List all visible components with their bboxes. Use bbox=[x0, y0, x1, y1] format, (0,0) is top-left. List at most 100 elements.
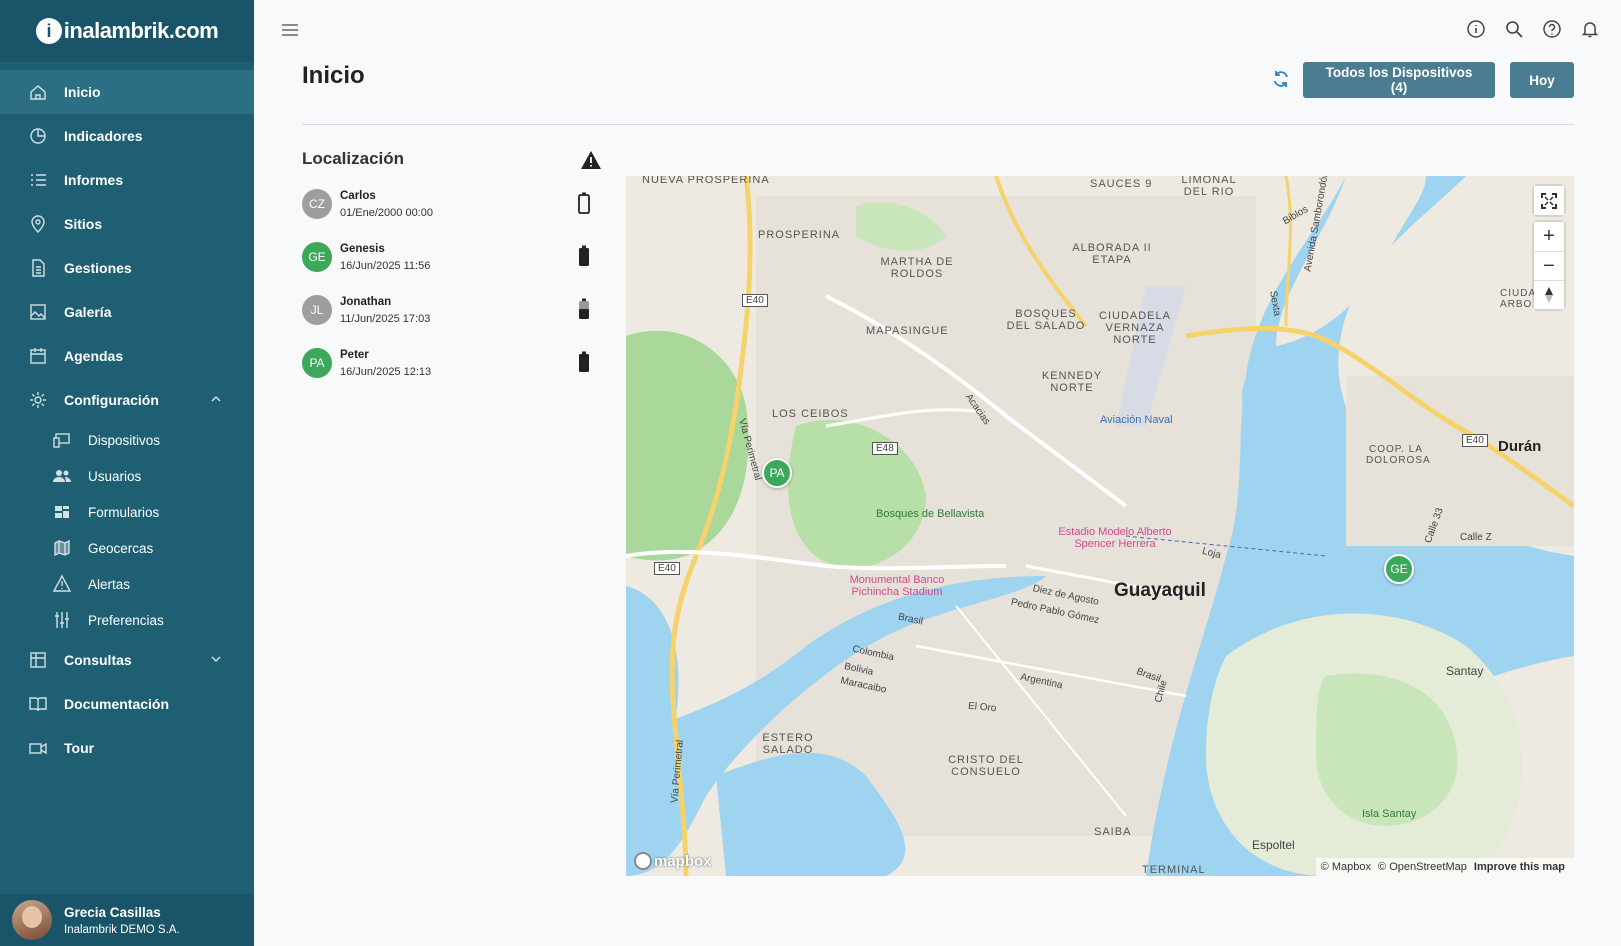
sidebar-item-inicio[interactable]: Inicio bbox=[0, 70, 254, 114]
sidebar-item-agendas[interactable]: Agendas bbox=[0, 334, 254, 378]
sidebar-subitem-geocercas[interactable]: Geocercas bbox=[0, 530, 254, 566]
sidebar-subitem-label: Preferencias bbox=[88, 612, 164, 628]
document-icon bbox=[28, 258, 48, 278]
attrib-osm-link[interactable]: © OpenStreetMap bbox=[1378, 861, 1467, 873]
search-icon[interactable] bbox=[1503, 18, 1525, 40]
device-timestamp: 16/Jun/2025 11:56 bbox=[340, 259, 431, 272]
map-label-terminal: TERMINAL bbox=[1142, 864, 1206, 876]
sidebar-item-galeria[interactable]: Galería bbox=[0, 290, 254, 334]
warning-icon bbox=[52, 574, 72, 594]
pie-chart-icon bbox=[28, 126, 48, 146]
map-label-saiba: SAIBA bbox=[1094, 826, 1132, 838]
improve-map-link[interactable]: Improve this map bbox=[1474, 861, 1565, 873]
map-label-mapasingue: MAPASINGUE bbox=[866, 325, 949, 337]
avatar bbox=[12, 900, 52, 940]
device-row[interactable]: CZ Carlos 01/Ene/2000 00:00 bbox=[302, 184, 602, 224]
map-label-prosperina: PROSPERINA bbox=[758, 229, 841, 241]
today-button[interactable]: Hoy bbox=[1510, 62, 1574, 98]
map-label-aviacion: Aviación Naval bbox=[1100, 414, 1173, 426]
sidebar-subitem-formularios[interactable]: Formularios bbox=[0, 494, 254, 530]
map-label-bosques-salado: BOSQUES DEL SALADO bbox=[1006, 308, 1086, 332]
map[interactable]: NUEVA PROSPERINA PROSPERINA MARTHA DE RO… bbox=[626, 176, 1574, 876]
attrib-mapbox-link[interactable]: © Mapbox bbox=[1321, 861, 1371, 873]
map-label-nueva-prosperina: NUEVA PROSPERINA bbox=[642, 176, 770, 186]
device-row[interactable]: JL Jonathan 11/Jun/2025 17:03 bbox=[302, 290, 602, 330]
user-profile[interactable]: Grecia Casillas Inalambrik DEMO S.A. bbox=[0, 894, 254, 946]
sidebar-item-label: Agendas bbox=[64, 348, 124, 364]
battery-half-icon bbox=[578, 298, 590, 320]
logo-mark-icon: i bbox=[35, 18, 62, 44]
sidebar-item-label: Indicadores bbox=[64, 128, 143, 144]
compass-icon[interactable] bbox=[1534, 280, 1564, 309]
zoom-controls: + − bbox=[1534, 222, 1564, 309]
device-avatar: GE bbox=[302, 242, 332, 272]
logo[interactable]: i inalambrik.com bbox=[35, 18, 219, 44]
fullscreen-icon[interactable] bbox=[1534, 186, 1564, 215]
sidebar-item-tour[interactable]: Tour bbox=[0, 726, 254, 770]
sidebar-item-label: Documentación bbox=[64, 696, 170, 712]
zoom-in-icon[interactable]: + bbox=[1534, 222, 1564, 251]
top-icons bbox=[1465, 18, 1601, 40]
map-label-sauces: SAUCES 9 bbox=[1090, 178, 1153, 190]
info-icon[interactable] bbox=[1465, 18, 1487, 40]
battery-full-icon bbox=[578, 245, 590, 267]
sidebar-item-documentacion[interactable]: Documentación bbox=[0, 682, 254, 726]
sidebar-subitem-label: Usuarios bbox=[88, 468, 142, 484]
sidebar-subitem-preferencias[interactable]: Preferencias bbox=[0, 602, 254, 638]
map-marker-genesis[interactable]: GE bbox=[1384, 554, 1414, 584]
sidebar-subitem-dispositivos[interactable]: Dispositivos bbox=[0, 422, 254, 458]
map-label-e48: E48 bbox=[872, 442, 898, 455]
map-attribution: © Mapbox © OpenStreetMap Improve this ma… bbox=[1315, 858, 1574, 876]
mapbox-logo[interactable]: mapbox bbox=[634, 852, 712, 870]
map-label-e40-east: E40 bbox=[1462, 434, 1488, 447]
help-icon[interactable] bbox=[1541, 18, 1563, 40]
chevron-down-icon[interactable] bbox=[210, 652, 222, 668]
warning-icon[interactable] bbox=[580, 150, 602, 170]
all-devices-button[interactable]: Todos los Dispositivos (4) bbox=[1303, 62, 1495, 98]
device-name: Carlos bbox=[340, 189, 376, 202]
sidebar-subitem-label: Alertas bbox=[88, 576, 131, 592]
sidebar-item-configuracion[interactable]: Configuración bbox=[0, 378, 254, 422]
map-label-martha-de-roldos: MARTHA DE ROLDOS bbox=[880, 256, 954, 280]
device-name: Genesis bbox=[340, 242, 385, 255]
devices-icon bbox=[52, 430, 72, 450]
users-icon bbox=[52, 466, 72, 486]
menu-toggle-icon[interactable] bbox=[280, 20, 300, 40]
map-label-e40-west: E40 bbox=[654, 562, 680, 575]
sidebar-subitem-alertas[interactable]: Alertas bbox=[0, 566, 254, 602]
sidebar-item-consultas[interactable]: Consultas bbox=[0, 638, 254, 682]
video-camera-icon bbox=[28, 738, 48, 758]
sidebar-item-indicadores[interactable]: Indicadores bbox=[0, 114, 254, 158]
map-marker-peter[interactable]: PA bbox=[762, 458, 792, 488]
zoom-out-icon[interactable]: − bbox=[1534, 251, 1564, 280]
sidebar-item-label: Galería bbox=[64, 304, 112, 320]
sidebar-item-label: Informes bbox=[64, 172, 124, 188]
battery-full-icon bbox=[578, 351, 590, 373]
sidebar-item-label: Sitios bbox=[64, 216, 103, 232]
sidebar-item-gestiones[interactable]: Gestiones bbox=[0, 246, 254, 290]
battery-empty-icon bbox=[578, 192, 590, 214]
device-row[interactable]: GE Genesis 16/Jun/2025 11:56 bbox=[302, 237, 602, 277]
table-icon bbox=[28, 650, 48, 670]
gear-icon bbox=[28, 390, 48, 410]
bell-icon[interactable] bbox=[1579, 18, 1601, 40]
sidebar-item-informes[interactable]: Informes bbox=[0, 158, 254, 202]
device-timestamp: 01/Ene/2000 00:00 bbox=[340, 206, 433, 219]
device-row[interactable]: PA Peter 16/Jun/2025 12:13 bbox=[302, 343, 602, 383]
device-avatar: CZ bbox=[302, 189, 332, 219]
sliders-icon bbox=[52, 610, 72, 630]
logo-bar: i inalambrik.com bbox=[0, 0, 254, 62]
logo-text: inalambrik.com bbox=[63, 18, 219, 43]
refresh-icon[interactable] bbox=[1270, 68, 1292, 90]
map-label-el-oro: El Oro bbox=[967, 700, 997, 715]
sidebar-subitem-usuarios[interactable]: Usuarios bbox=[0, 458, 254, 494]
list-icon bbox=[28, 170, 48, 190]
chevron-up-icon[interactable] bbox=[210, 392, 222, 408]
sidebar-item-sitios[interactable]: Sitios bbox=[0, 202, 254, 246]
sidebar-item-label: Tour bbox=[64, 740, 95, 756]
map-label-santay: Santay bbox=[1446, 664, 1484, 678]
device-timestamp: 11/Jun/2025 17:03 bbox=[340, 312, 431, 325]
map-icon bbox=[52, 538, 72, 558]
sidebar-subitem-label: Geocercas bbox=[88, 540, 154, 556]
user-org: Inalambrik DEMO S.A. bbox=[64, 923, 180, 936]
